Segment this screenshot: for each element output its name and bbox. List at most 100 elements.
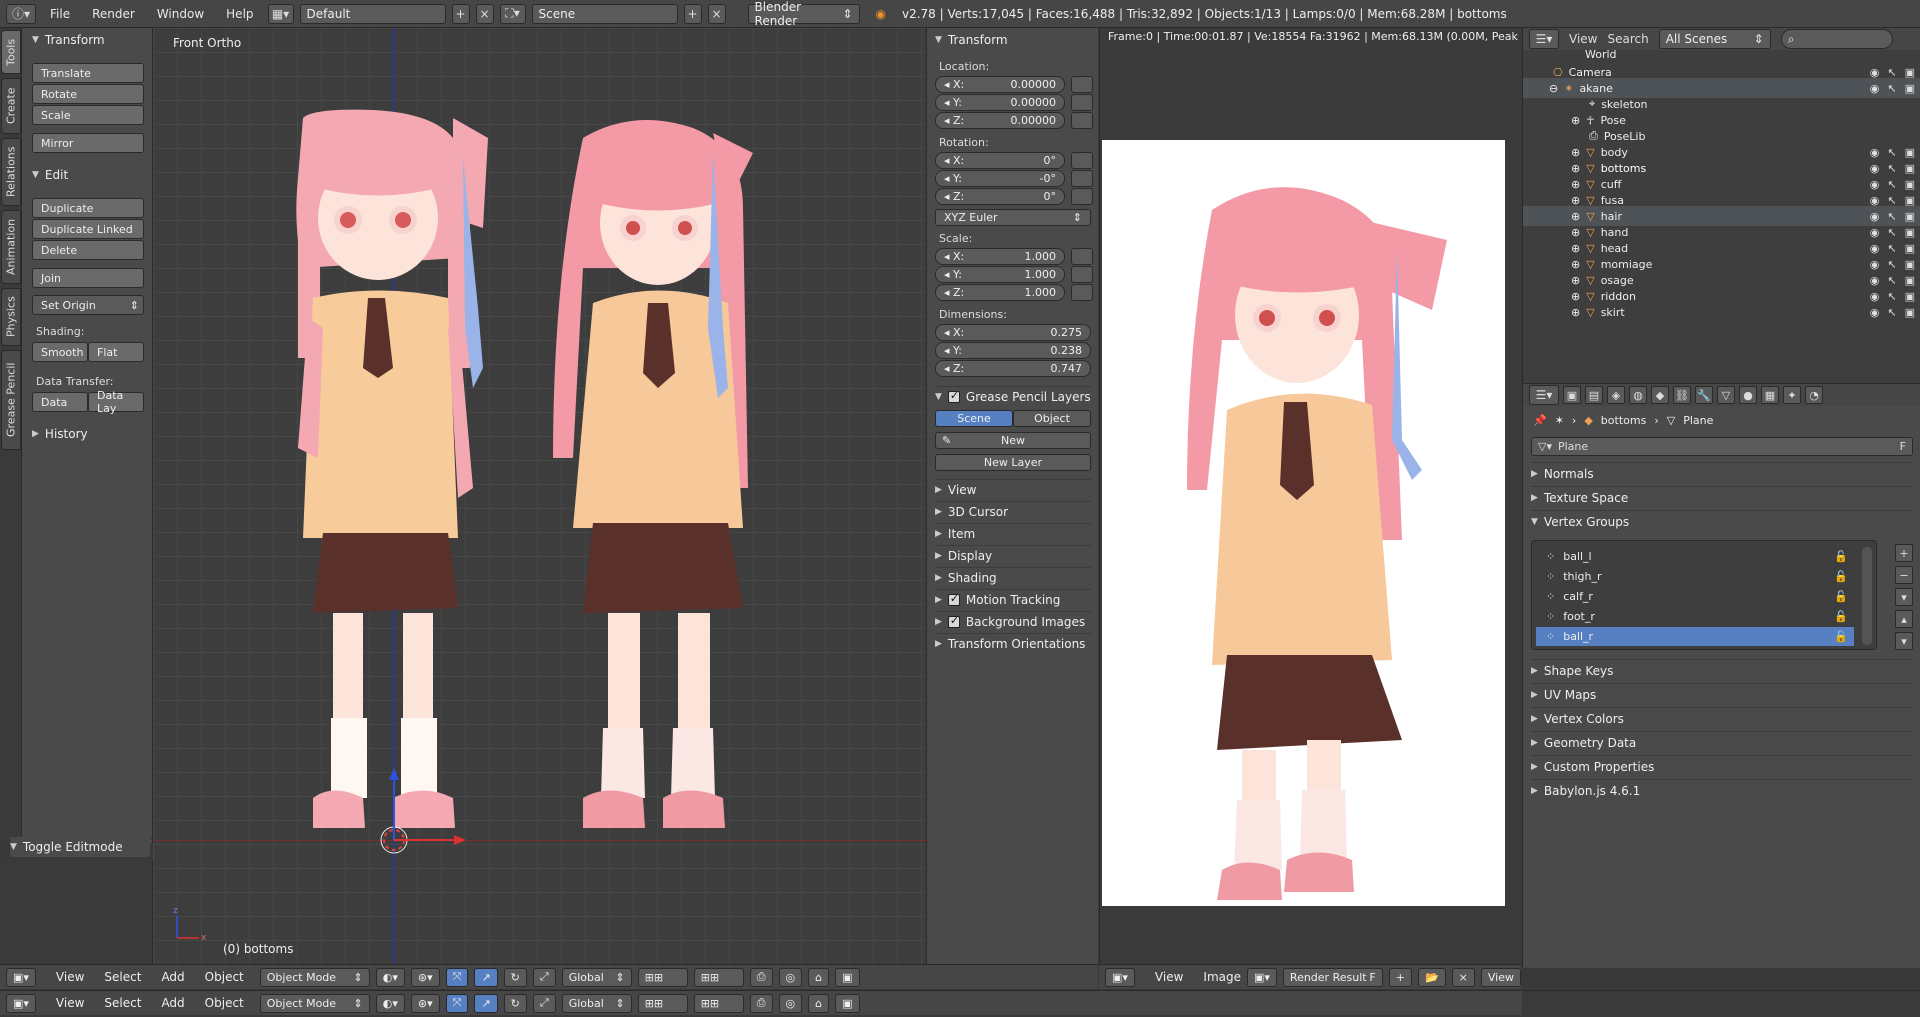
lock-camera-icon[interactable]: ⎙ bbox=[749, 993, 773, 1013]
rotation-mode-select[interactable]: XYZ Euler ⇕ bbox=[935, 209, 1091, 226]
lock-icon[interactable]: 🔓 bbox=[1834, 570, 1848, 583]
toggle-editmode-panel[interactable]: ▼ Toggle Editmode bbox=[10, 837, 150, 857]
menu-file[interactable]: File bbox=[42, 7, 78, 21]
pivot-point-icon[interactable]: ⊛▾ bbox=[410, 993, 440, 1013]
world-tab-icon[interactable]: ◍ bbox=[1629, 386, 1647, 404]
location-z-field[interactable]: ◂ Z: 0.00000 bbox=[935, 112, 1065, 129]
viewport-add-menu[interactable]: Add bbox=[161, 970, 184, 984]
render-icon[interactable]: ▣ bbox=[1905, 258, 1915, 271]
modifiers-tab-icon[interactable]: 🔧 bbox=[1695, 386, 1713, 404]
lock-icon[interactable] bbox=[1071, 94, 1093, 111]
cursor-icon[interactable]: ↖ bbox=[1887, 290, 1896, 303]
join-button[interactable]: Join bbox=[32, 268, 144, 288]
pin-icon[interactable]: 📌 bbox=[1533, 414, 1547, 427]
viewport-add-menu[interactable]: Add bbox=[161, 996, 184, 1010]
vertex-group-item[interactable]: ⁘ calf_r 🔓 bbox=[1536, 587, 1854, 606]
menu-render[interactable]: Render bbox=[84, 7, 143, 21]
item-section[interactable]: ▶ Item bbox=[935, 523, 1091, 543]
render-preview-icon[interactable]: ▣ bbox=[835, 967, 860, 987]
image-fake-user[interactable]: F bbox=[1369, 971, 1375, 984]
outliner-search-input[interactable]: ⌕ bbox=[1780, 29, 1893, 49]
cursor-icon[interactable]: ↖ bbox=[1887, 146, 1896, 159]
lock-icon[interactable]: 🔓 bbox=[1834, 610, 1848, 623]
tab-physics[interactable]: Physics bbox=[1, 288, 21, 346]
scale-y-field[interactable]: ◂ Y: 1.000 bbox=[935, 266, 1065, 283]
3d-cursor-section[interactable]: ▶ 3D Cursor bbox=[935, 501, 1091, 521]
rotation-y-field[interactable]: ◂ Y: -0° bbox=[935, 170, 1065, 187]
viewport-view-menu[interactable]: View bbox=[56, 970, 84, 984]
menu-help[interactable]: Help bbox=[218, 7, 261, 21]
outliner-editor-type-icon[interactable]: ☰▾ bbox=[1529, 29, 1559, 49]
babylon-section[interactable]: ▶ Babylon.js 4.6.1 bbox=[1531, 779, 1913, 801]
rotation-x-field[interactable]: ◂ X: 0° bbox=[935, 152, 1065, 169]
rotate-button[interactable]: Rotate bbox=[32, 84, 144, 104]
scale-button[interactable]: Scale bbox=[32, 105, 144, 125]
mirror-button[interactable]: Mirror bbox=[32, 133, 144, 153]
vertex-group-item[interactable]: ⁘ ball_l 🔓 bbox=[1536, 547, 1854, 566]
layers-grid-1[interactable]: ⊞⊞ bbox=[637, 967, 688, 987]
render-result-selector[interactable]: Render Result F bbox=[1282, 967, 1383, 987]
render-tab-icon[interactable]: ▣ bbox=[1563, 386, 1581, 404]
render-icon[interactable]: ▣ bbox=[1905, 210, 1915, 223]
cursor-icon[interactable]: ↖ bbox=[1887, 242, 1896, 255]
eye-icon[interactable]: ◉ bbox=[1870, 146, 1880, 159]
edit-panel-header[interactable]: ▼ Edit bbox=[32, 165, 68, 185]
tab-tools[interactable]: Tools bbox=[1, 30, 21, 74]
tab-relations[interactable]: Relations bbox=[1, 138, 21, 206]
render-icon[interactable]: ▣ bbox=[1905, 242, 1915, 255]
manipulator-toggle-icon[interactable]: ⤧ bbox=[445, 967, 469, 987]
viewport-editor-type-icon[interactable]: ▣▾ bbox=[6, 993, 36, 1013]
scene-tab-icon[interactable]: ◈ bbox=[1607, 386, 1625, 404]
shape-keys-section[interactable]: ▶ Shape Keys bbox=[1531, 659, 1913, 681]
viewport-object-menu[interactable]: Object bbox=[205, 996, 244, 1010]
grease-pencil-layers-header[interactable]: ▼Grease Pencil Layers bbox=[935, 386, 1091, 406]
outliner-view-menu[interactable]: View bbox=[1569, 32, 1597, 46]
vertex-group-item[interactable]: ⁘ foot_r 🔓 bbox=[1536, 607, 1854, 626]
rotate-manipulator-icon[interactable]: ↻ bbox=[503, 993, 527, 1013]
cursor-icon[interactable]: ↖ bbox=[1887, 162, 1896, 175]
lock-icon[interactable]: 🔓 bbox=[1834, 590, 1848, 603]
shading-mode-icon[interactable]: ◐▾ bbox=[375, 993, 405, 1013]
motion-tracking-checkbox[interactable] bbox=[947, 592, 960, 606]
motion-tracking-section[interactable]: ▶Motion Tracking bbox=[935, 589, 1091, 609]
image-view-menu[interactable]: View bbox=[1155, 970, 1183, 984]
add-layout-icon[interactable]: + bbox=[451, 3, 470, 24]
geometry-data-section[interactable]: ▶ Geometry Data bbox=[1531, 731, 1913, 753]
proportional-edit-icon[interactable]: ◎ bbox=[778, 993, 803, 1013]
gp-layers-checkbox[interactable] bbox=[947, 389, 960, 403]
dimension-z-field[interactable]: ◂ Z: 0.747 bbox=[935, 360, 1091, 377]
cursor-icon[interactable]: ↖ bbox=[1887, 258, 1896, 271]
outliner-search-menu[interactable]: Search bbox=[1607, 32, 1648, 46]
display-section[interactable]: ▶ Display bbox=[935, 545, 1091, 565]
scale-z-field[interactable]: ◂ Z: 1.000 bbox=[935, 284, 1065, 301]
fake-user-toggle[interactable]: F bbox=[1900, 440, 1906, 453]
rotation-z-field[interactable]: ◂ Z: 0° bbox=[935, 188, 1065, 205]
open-image-icon[interactable]: 📂 bbox=[1417, 967, 1446, 987]
proportional-edit-icon[interactable]: ◎ bbox=[778, 967, 803, 987]
lock-icon[interactable]: 🔓 bbox=[1834, 550, 1848, 563]
shade-smooth-button[interactable]: Smooth bbox=[32, 342, 88, 362]
z-manipulator-arrow[interactable] bbox=[389, 768, 399, 780]
gp-object-tab[interactable]: Object bbox=[1013, 410, 1091, 427]
snap-icon[interactable]: ⌂ bbox=[808, 967, 830, 987]
gp-scene-tab[interactable]: Scene bbox=[935, 410, 1013, 427]
transform-orientations-section[interactable]: ▶ Transform Orientations bbox=[935, 633, 1091, 653]
translate-button[interactable]: Translate bbox=[32, 63, 144, 83]
mesh-datablock-field[interactable]: ▽▾ Plane F bbox=[1531, 437, 1913, 456]
eye-icon[interactable]: ◉ bbox=[1870, 66, 1880, 79]
shading-mode-icon[interactable]: ◐▾ bbox=[375, 967, 405, 987]
scale-x-field[interactable]: ◂ X: 1.000 bbox=[935, 248, 1065, 265]
layout-selector[interactable]: Default bbox=[299, 3, 446, 24]
shade-flat-button[interactable]: Flat bbox=[88, 342, 144, 362]
manipulator-toggle-icon[interactable]: ⤧ bbox=[445, 993, 469, 1013]
cursor-icon[interactable]: ↖ bbox=[1887, 66, 1896, 79]
vertex-group-list[interactable]: ⁘ ball_l 🔓 ⁘ thigh_r 🔓 ⁘ calf_r 🔓 ⁘ foot_r 🔓 ⁘ ba… bbox=[1531, 540, 1877, 650]
custom-properties-section[interactable]: ▶ Custom Properties bbox=[1531, 755, 1913, 777]
shading-section[interactable]: ▶ Shading bbox=[935, 567, 1091, 587]
translate-manipulator-icon[interactable]: ↗ bbox=[474, 967, 498, 987]
move-up-icon[interactable]: ▴ bbox=[1895, 610, 1913, 628]
duplicate-linked-button[interactable]: Duplicate Linked bbox=[32, 219, 144, 239]
cursor-icon[interactable]: ↖ bbox=[1887, 226, 1896, 239]
3d-viewport[interactable]: Front Ortho z x (0) bottoms bbox=[153, 28, 926, 968]
render-icon[interactable]: ▣ bbox=[1905, 162, 1915, 175]
